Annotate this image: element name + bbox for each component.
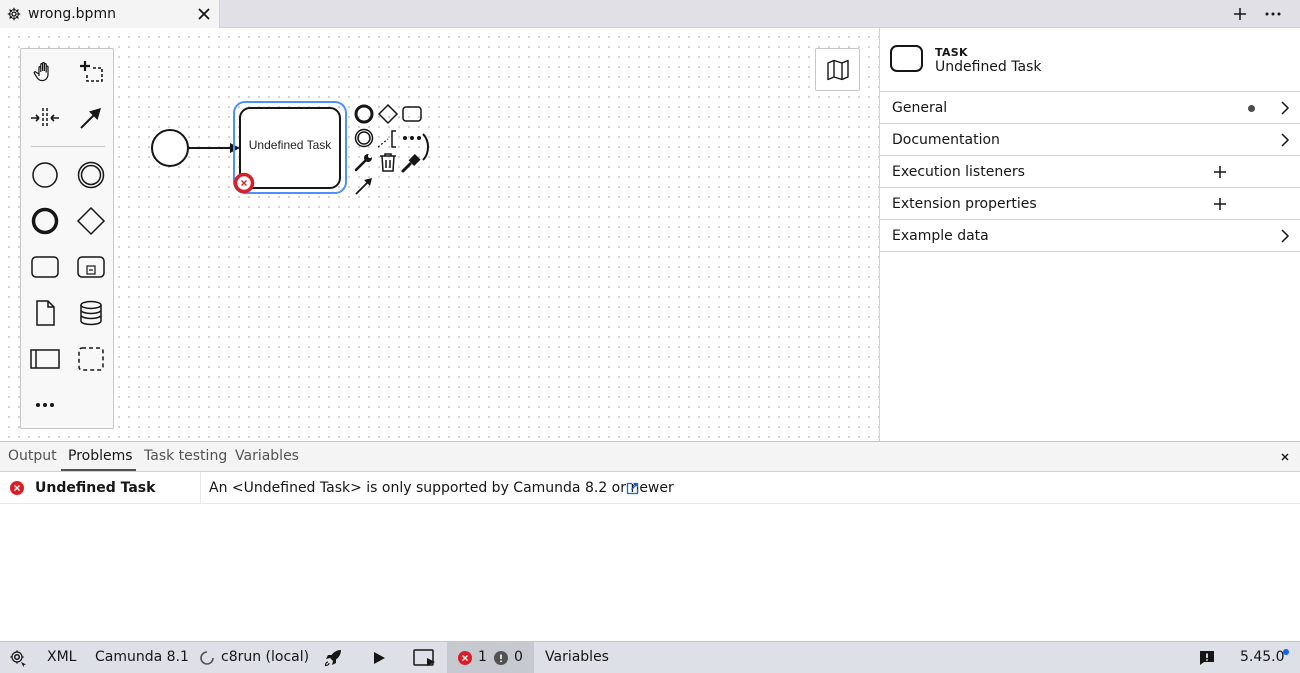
problem-element-name[interactable]: Undefined Task	[35, 480, 155, 496]
problem-message: An <Undefined Task> is only supported by…	[209, 480, 674, 496]
xml-view-button[interactable]: XML	[47, 649, 76, 665]
append-task-icon[interactable]	[400, 102, 424, 126]
problem-row[interactable]: Undefined Task An <Undefined Task> is on…	[0, 472, 1300, 504]
color-picker-icon[interactable]	[400, 150, 424, 174]
settings-icon[interactable]	[9, 649, 27, 667]
task-testing-icon[interactable]	[413, 649, 437, 669]
trash-icon[interactable]	[376, 150, 400, 174]
element-name: Undefined Task	[935, 59, 1042, 75]
plus-icon[interactable]	[1213, 197, 1227, 211]
close-icon[interactable]	[1279, 451, 1291, 463]
file-tab[interactable]: wrong.bpmn	[0, 0, 220, 28]
properties-header: TASK Undefined Task	[880, 28, 1300, 92]
chevron-right-icon[interactable]	[1280, 229, 1290, 243]
tab-bar: wrong.bpmn	[0, 0, 1300, 28]
plus-icon[interactable]	[1232, 6, 1248, 22]
wrench-icon[interactable]	[352, 150, 376, 174]
bpmn-diagram	[151, 101, 347, 194]
chevron-right-icon[interactable]	[1280, 133, 1290, 147]
bottom-panel: Output Problems Task testing Variables U…	[0, 441, 1300, 641]
error-icon	[458, 651, 472, 665]
start-event[interactable]	[151, 129, 189, 167]
play-icon[interactable]	[372, 651, 386, 665]
append-intermediate-event-icon[interactable]	[352, 126, 376, 150]
deploy-rocket-icon[interactable]	[324, 649, 342, 667]
connection-button[interactable]: c8run (local)	[221, 649, 309, 665]
loading-spinner-icon	[200, 651, 214, 665]
error-icon	[10, 481, 24, 495]
properties-panel: TASK Undefined Task General Documentatio…	[879, 28, 1300, 441]
text-annotation-icon[interactable]	[376, 126, 400, 150]
warning-count: 0	[514, 649, 523, 665]
tab-problems[interactable]: Problems	[68, 448, 133, 464]
tab-variables[interactable]: Variables	[235, 448, 299, 464]
group-execution-listeners[interactable]: Execution listeners	[880, 156, 1300, 188]
group-documentation[interactable]: Documentation	[880, 124, 1300, 156]
update-notification-dot	[1283, 649, 1289, 655]
data-indicator-dot	[1248, 105, 1255, 112]
tab-title: wrong.bpmn	[28, 6, 116, 22]
close-icon[interactable]	[197, 7, 211, 21]
tab-task-testing[interactable]: Task testing	[144, 448, 227, 464]
group-label: Documentation	[892, 132, 1000, 148]
append-gateway-icon[interactable]	[376, 102, 400, 126]
warning-icon	[494, 651, 508, 665]
error-count: 1	[478, 649, 487, 665]
group-label: General	[892, 100, 948, 116]
connect-icon[interactable]	[352, 174, 376, 198]
feedback-icon[interactable]	[1199, 650, 1215, 666]
column-divider	[200, 472, 201, 503]
more-horizontal-icon[interactable]	[1264, 6, 1282, 22]
group-extension-properties[interactable]: Extension properties	[880, 188, 1300, 220]
variables-button[interactable]: Variables	[545, 649, 609, 665]
task-icon	[890, 45, 923, 72]
diagram-canvas[interactable]: Undefined Task	[0, 28, 879, 441]
undefined-task[interactable]	[239, 107, 341, 189]
chevron-right-icon[interactable]	[1280, 101, 1290, 115]
bottom-panel-tabs: Output Problems Task testing Variables	[0, 442, 1300, 472]
problems-indicator[interactable]: 1 0	[447, 642, 534, 673]
group-example-data[interactable]: Example data	[880, 220, 1300, 252]
external-link-icon[interactable]	[626, 482, 639, 495]
group-label: Execution listeners	[892, 164, 1025, 180]
active-tab-indicator	[61, 469, 136, 471]
tab-output[interactable]: Output	[8, 448, 57, 464]
group-general[interactable]: General	[880, 92, 1300, 124]
engine-version-button[interactable]: Camunda 8.1	[95, 649, 189, 665]
group-label: Example data	[892, 228, 989, 244]
version-label[interactable]: 5.45.0	[1240, 649, 1285, 665]
plus-icon[interactable]	[1213, 165, 1227, 179]
element-type: TASK	[935, 46, 968, 59]
status-bar: XML Camunda 8.1 c8run (local) 1 0 Variab…	[0, 641, 1300, 673]
gear-icon	[7, 7, 21, 21]
group-label: Extension properties	[892, 196, 1037, 212]
append-end-event-icon[interactable]	[352, 102, 376, 126]
